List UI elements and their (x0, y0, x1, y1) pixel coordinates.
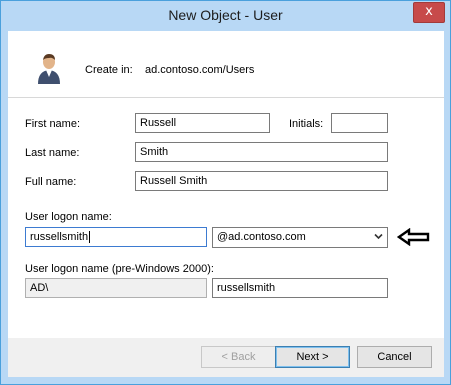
upn-suffix-dropdown[interactable]: @ad.contoso.com (212, 227, 388, 248)
pre2000-domain-field: AD\ (25, 278, 207, 298)
next-button[interactable]: Next > (275, 346, 350, 368)
full-name-label: Full name: (25, 176, 77, 188)
window-title: New Object - User (168, 7, 283, 23)
full-name-field[interactable]: Russell Smith (135, 171, 388, 191)
new-object-user-dialog: New Object - User x Create in: ad.contos… (0, 0, 451, 385)
text-caret (89, 231, 91, 243)
create-in-label: Create in: (85, 64, 133, 76)
chevron-down-icon (374, 233, 383, 240)
last-name-label: Last name: (25, 147, 80, 159)
create-in-value: ad.contoso.com/Users (145, 64, 255, 76)
last-name-field[interactable]: Smith (135, 142, 388, 162)
first-name-label: First name: (25, 118, 81, 130)
cancel-button[interactable]: Cancel (357, 346, 432, 368)
pre2000-logon-field[interactable]: russellsmith (212, 278, 388, 298)
initials-label: Initials: (289, 118, 324, 130)
pre2000-logon-label: User logon name (pre-Windows 2000): (25, 263, 214, 275)
logon-name-value: russellsmith (30, 231, 89, 243)
logon-name-label: User logon name: (25, 211, 112, 223)
first-name-field[interactable]: Russell (135, 113, 270, 133)
user-icon (38, 54, 60, 84)
create-in-panel: Create in: ad.contoso.com/Users (8, 31, 444, 98)
title-bar[interactable]: New Object - User x (1, 1, 450, 31)
back-button[interactable]: < Back (201, 346, 276, 368)
close-button[interactable]: x (413, 2, 445, 23)
user-form: First name: Russell Initials: Last name:… (8, 98, 444, 338)
initials-field[interactable] (331, 113, 388, 133)
close-icon: x (425, 4, 433, 19)
left-arrow-icon (397, 228, 430, 246)
dialog-client-area: Create in: ad.contoso.com/Users First na… (8, 31, 444, 377)
logon-name-field[interactable]: russellsmith (25, 227, 207, 247)
upn-suffix-value: @ad.contoso.com (217, 231, 306, 243)
